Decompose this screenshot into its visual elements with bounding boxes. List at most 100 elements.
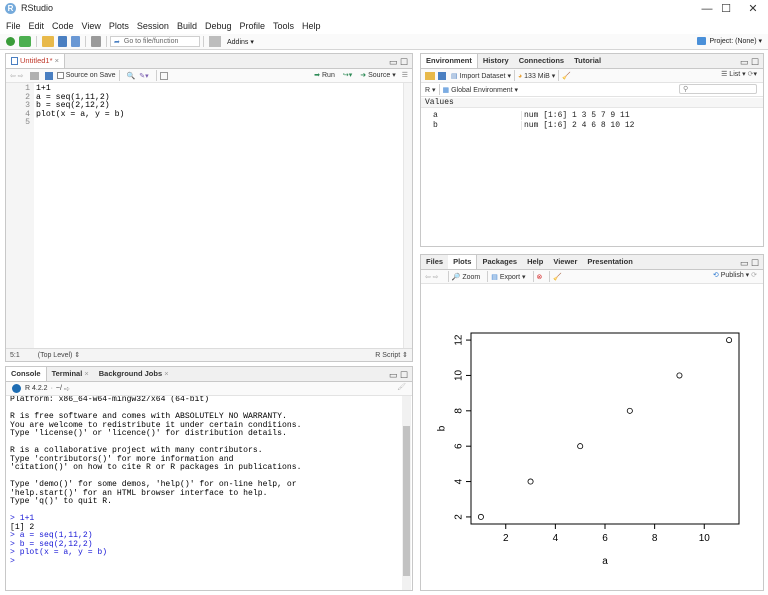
tab-background-jobs[interactable]: Background Jobs × bbox=[94, 367, 174, 381]
menu-file[interactable]: File bbox=[6, 21, 21, 31]
menu-help[interactable]: Help bbox=[302, 21, 321, 31]
r-version: R 4.2.2 bbox=[25, 385, 48, 392]
menu-debug[interactable]: Debug bbox=[205, 21, 232, 31]
menu-view[interactable]: View bbox=[82, 21, 101, 31]
print-icon[interactable] bbox=[91, 36, 101, 47]
new-project-icon[interactable] bbox=[19, 36, 31, 47]
import-dataset-menu[interactable]: ▤ Import Dataset ▾ bbox=[451, 72, 511, 80]
import-dataset-label: Import Dataset bbox=[459, 72, 506, 80]
show-in-window-icon[interactable] bbox=[29, 71, 39, 80]
export-menu[interactable]: ▤ Export ▾ bbox=[491, 273, 525, 281]
save-icon[interactable] bbox=[44, 71, 53, 80]
environment-scope-menu[interactable]: ▦ Global Environment ▾ bbox=[443, 86, 519, 94]
memory-pie-icon: ◕ bbox=[517, 72, 523, 80]
menu-plots[interactable]: Plots bbox=[109, 21, 129, 31]
find-replace-icon[interactable]: 🔍 bbox=[127, 72, 136, 80]
project-menu[interactable]: Project: (None) ▾ bbox=[697, 37, 762, 45]
file-type-menu[interactable]: R Script ⇕ bbox=[375, 351, 408, 359]
files-minmax-icon[interactable]: ▭ ☐ bbox=[740, 258, 759, 269]
export-icon: ▤ bbox=[491, 273, 498, 281]
menu-code[interactable]: Code bbox=[52, 21, 74, 31]
y-tick-label: 6 bbox=[454, 443, 465, 449]
code-tools-icon[interactable]: ✎▾ bbox=[139, 72, 148, 80]
refresh-icon[interactable]: ⟳ bbox=[748, 71, 754, 78]
language-menu[interactable]: R ▾ bbox=[425, 86, 436, 94]
code-area[interactable]: 1+1 a = seq(1,11,2) b = seq(2,12,2) plot(x … bbox=[34, 83, 124, 128]
save-all-icon[interactable] bbox=[71, 36, 80, 47]
tab-tutorial[interactable]: Tutorial bbox=[569, 54, 606, 68]
zoom-button[interactable]: 🔎 Zoom bbox=[452, 273, 481, 281]
code-line[interactable] bbox=[36, 119, 124, 128]
menu-profile[interactable]: Profile bbox=[240, 21, 266, 31]
new-file-icon[interactable] bbox=[6, 37, 15, 46]
line-number-gutter: 12345 bbox=[6, 83, 34, 351]
tab-viewer[interactable]: Viewer bbox=[548, 255, 582, 269]
menu-tools[interactable]: Tools bbox=[273, 21, 294, 31]
goto-placeholder: Go to file/function bbox=[123, 38, 179, 45]
menu-edit[interactable]: Edit bbox=[29, 21, 45, 31]
open-file-icon[interactable] bbox=[42, 36, 54, 47]
memory-usage-menu[interactable]: ◕ 133 MiB ▾ bbox=[518, 72, 555, 80]
load-workspace-icon[interactable] bbox=[425, 71, 435, 80]
toolbar-divider bbox=[155, 70, 157, 81]
remove-plot-icon[interactable]: ⊗ bbox=[537, 273, 543, 281]
console-minmax-icon[interactable]: ▭ ☐ bbox=[389, 370, 408, 381]
tab-console[interactable]: Console bbox=[6, 367, 47, 381]
goto-file-input[interactable]: ➦ Go to file/function bbox=[110, 36, 200, 47]
tab-presentation[interactable]: Presentation bbox=[582, 255, 637, 269]
close-tab-icon[interactable]: × bbox=[55, 56, 59, 65]
compile-report-icon[interactable] bbox=[159, 71, 168, 80]
maximize-button[interactable]: ☐ bbox=[711, 0, 741, 18]
run-arrow-icon: ➡ bbox=[314, 72, 321, 79]
close-button[interactable]: ✕ bbox=[738, 0, 768, 18]
editor-scrollbar[interactable] bbox=[403, 83, 412, 351]
run-button[interactable]: ➡ Run bbox=[314, 71, 335, 79]
scope-menu[interactable]: (Top Level) ⇕ bbox=[38, 351, 80, 359]
editor-minmax-icon[interactable]: ▭ ☐ bbox=[389, 57, 408, 68]
outline-icon[interactable]: ☰ bbox=[402, 71, 408, 79]
save-icon[interactable] bbox=[58, 36, 67, 47]
goto-dir-icon[interactable]: ➪ bbox=[64, 385, 70, 393]
tab-untitled1[interactable]: Untitled1* × bbox=[6, 54, 66, 68]
environment-search-input[interactable]: ⚲ bbox=[679, 84, 757, 94]
tab-environment[interactable]: Environment bbox=[421, 54, 478, 68]
tab-history[interactable]: History bbox=[478, 54, 514, 68]
tab-packages[interactable]: Packages bbox=[477, 255, 522, 269]
plot-back-forward-icon[interactable]: ⇦ ⇨ bbox=[425, 273, 439, 281]
refresh-plot-icon[interactable]: ⟳ bbox=[751, 272, 757, 279]
tab-terminal[interactable]: Terminal × bbox=[47, 367, 94, 381]
publish-menu[interactable]: ⟲ Publish ▾ ⟳ bbox=[713, 271, 757, 279]
env-minmax-icon[interactable]: ▭ ☐ bbox=[740, 57, 759, 68]
data-point bbox=[626, 407, 633, 414]
console-scroll-thumb[interactable] bbox=[403, 426, 410, 576]
source-button[interactable]: ➜ Source ▾ bbox=[360, 71, 395, 79]
close-tab-icon[interactable]: × bbox=[162, 369, 168, 378]
code-line[interactable]: plot(x = a, y = b) bbox=[36, 110, 124, 120]
clear-console-icon[interactable]: 🖌 bbox=[397, 383, 406, 391]
menu-build[interactable]: Build bbox=[177, 21, 197, 31]
save-workspace-icon[interactable] bbox=[438, 71, 446, 80]
source-on-save-checkbox[interactable] bbox=[56, 72, 64, 79]
console-output[interactable]: Platform: x86_64-w64-mingw32/x64 (64-bit… bbox=[10, 396, 400, 590]
tab-plots[interactable]: Plots bbox=[448, 255, 478, 269]
environment-variable-row[interactable]: b num [1:6] 2 4 6 8 10 12 bbox=[421, 120, 763, 130]
console-scrollbar[interactable] bbox=[402, 396, 411, 590]
tab-files[interactable]: Files bbox=[421, 255, 448, 269]
back-forward-icon[interactable]: ⇦ ⇨ bbox=[10, 72, 24, 80]
menu-session[interactable]: Session bbox=[137, 21, 169, 31]
clear-objects-icon[interactable]: 🧹 bbox=[562, 72, 571, 80]
tab-connections[interactable]: Connections bbox=[514, 54, 569, 68]
addins-menu[interactable]: Addins ▾ bbox=[227, 38, 254, 46]
editor-body[interactable]: 12345 1+1 a = seq(1,11,2) b = seq(2,12,2) p… bbox=[6, 83, 412, 351]
working-directory[interactable]: ~/ bbox=[56, 385, 62, 392]
close-tab-icon[interactable]: × bbox=[82, 369, 88, 378]
rerun-icon[interactable]: ↪▾ bbox=[343, 71, 352, 79]
environment-variable-row[interactable]: a num [1:6] 1 3 5 7 9 11 bbox=[421, 110, 763, 120]
view-mode-menu[interactable]: ☰ List ▾ ⟳▾ bbox=[721, 70, 757, 78]
y-tick-label: 8 bbox=[454, 408, 465, 414]
tab-help[interactable]: Help bbox=[522, 255, 548, 269]
editor-toolbar: ⇦ ⇨ Source on Save 🔍 ✎▾ ➡ Run ↪▾ ➜ Sourc… bbox=[6, 69, 412, 83]
clear-plots-icon[interactable]: 🧹 bbox=[553, 273, 562, 281]
workspace-panes-icon[interactable] bbox=[209, 36, 221, 47]
console-output-line: Type 'q()' to quit R. bbox=[10, 497, 112, 506]
